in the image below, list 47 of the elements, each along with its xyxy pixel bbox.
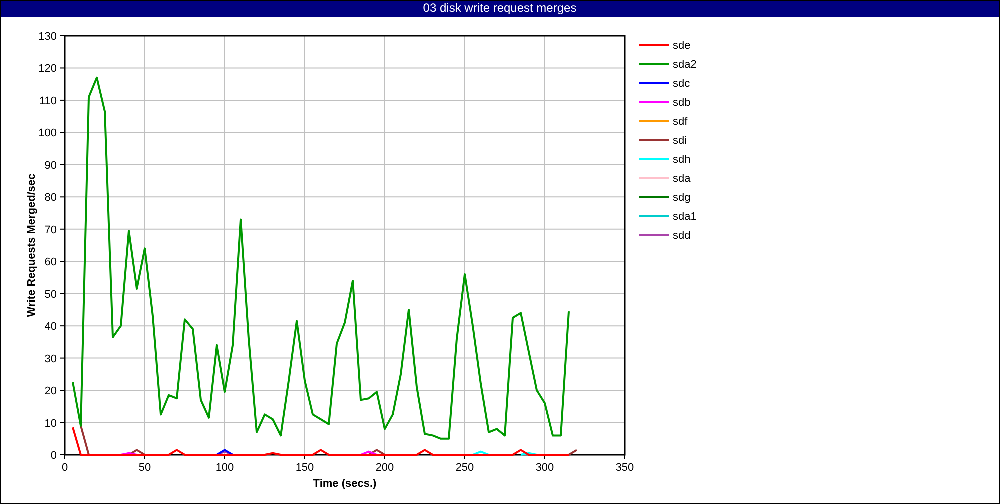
y-tick-label: 10 [44, 418, 57, 430]
legend-item: sdh [639, 154, 691, 166]
x-tick-label: 350 [616, 462, 634, 474]
window-title: 03 disk write request merges [1, 1, 999, 17]
legend-label: sda [673, 173, 692, 185]
legend-item: sdg [639, 192, 691, 204]
legend-label: sdb [673, 97, 691, 109]
legend-item: sdc [639, 78, 690, 90]
legend-item: sdf [639, 116, 688, 128]
y-tick-label: 120 [38, 63, 57, 76]
x-tick-label: 0 [62, 462, 68, 474]
legend-item: sdd [639, 230, 691, 242]
x-tick-label: 150 [296, 462, 314, 474]
x-tick-label: 250 [456, 462, 474, 474]
legend-item: sda [639, 173, 691, 185]
legend-label: sdi [673, 135, 688, 147]
legend-label: sdg [673, 192, 691, 204]
legend-item: sda2 [639, 59, 697, 71]
y-axis-title: Write Requests Merged/sec [26, 174, 38, 318]
legend-label: sdc [673, 78, 691, 90]
y-tick-label: 30 [44, 353, 57, 366]
legend-label: sdh [673, 154, 691, 166]
y-tick-label: 40 [44, 321, 57, 334]
x-tick-label: 50 [138, 462, 152, 474]
y-tick-label: 20 [44, 386, 57, 398]
legend-label: sde [673, 40, 691, 52]
legend-label: sdd [673, 230, 691, 242]
y-tick-label: 90 [44, 160, 57, 172]
legend-label: sdf [673, 116, 689, 128]
x-tick-label: 300 [536, 462, 554, 474]
legend-item: sde [639, 40, 691, 52]
y-tick-label: 0 [50, 450, 57, 462]
legend-item: sda1 [639, 211, 697, 223]
y-tick-label: 60 [44, 256, 57, 269]
y-tick-label: 110 [39, 95, 57, 108]
legend-item: sdi [639, 135, 688, 147]
y-tick-label: 70 [44, 224, 57, 236]
legend-label: sda1 [673, 211, 697, 223]
x-axis-title: Time (secs.) [313, 478, 377, 490]
x-tick-label: 100 [216, 462, 234, 474]
y-tick-label: 80 [44, 192, 57, 204]
legend-label: sda2 [673, 59, 697, 71]
y-tick-label: 130 [38, 31, 57, 43]
y-tick-label: 100 [38, 128, 57, 140]
x-tick-label: 200 [376, 462, 394, 474]
y-tick-label: 50 [44, 288, 57, 301]
legend-item: sdb [639, 97, 691, 109]
